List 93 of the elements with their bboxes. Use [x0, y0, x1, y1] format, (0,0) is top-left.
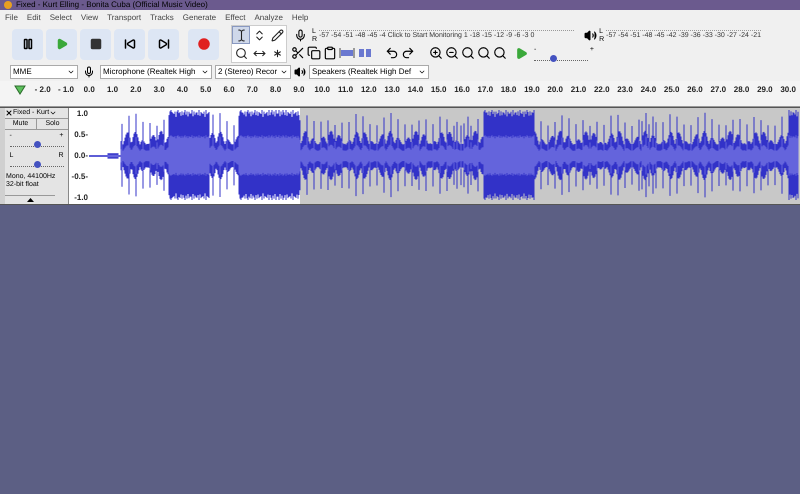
ruler-label: - 1.0: [58, 84, 74, 96]
speaker-icon: [294, 66, 306, 78]
ruler-label: 20.0: [547, 84, 563, 96]
ruler-label: 0.0: [84, 84, 95, 96]
ruler-label: 21.0: [570, 84, 586, 96]
play-at-speed-icon[interactable]: [515, 46, 528, 60]
cut-icon[interactable]: [291, 46, 305, 60]
ruler-label: 14.0: [408, 84, 424, 96]
ruler-label: 13.0: [384, 84, 400, 96]
menu-item[interactable]: Generate: [182, 12, 216, 24]
menu-item[interactable]: Transport: [107, 12, 142, 24]
amplitude-label: 0.0-: [74, 150, 88, 162]
ruler-label: 22.0: [594, 84, 610, 96]
ruler-label: 23.0: [617, 84, 633, 96]
ruler-label: 10.0: [314, 84, 330, 96]
ruler-label: 4.0: [176, 84, 188, 96]
ruler-label: 28.0: [734, 84, 750, 96]
redo-icon[interactable]: [401, 46, 415, 60]
host-dropdown[interactable]: MME: [10, 65, 78, 79]
channels-dropdown[interactable]: 2 (Stereo) Recor: [215, 65, 291, 79]
play-icon: [56, 38, 68, 50]
ruler-label: 16.0: [454, 84, 470, 96]
amplitude-label: 1.0: [76, 108, 88, 120]
ruler-label: 11.0: [338, 84, 354, 96]
collapse-button[interactable]: [5, 195, 55, 204]
ruler-label: 5.0: [200, 84, 212, 96]
record-button[interactable]: [188, 28, 219, 60]
skip-to-start-button[interactable]: [114, 28, 145, 60]
menu-item[interactable]: Edit: [26, 12, 41, 24]
draw-tool-icon: [270, 28, 284, 42]
ruler-label: 27.0: [710, 84, 726, 96]
menu-item[interactable]: File: [5, 12, 18, 24]
microphone-icon: [83, 66, 95, 78]
skip-to-end-button[interactable]: [148, 28, 179, 60]
start-icon: [124, 38, 136, 50]
triangle-up-icon: [26, 198, 34, 202]
ruler-label: 19.0: [524, 84, 540, 96]
menu-item[interactable]: Select: [50, 12, 72, 24]
zoom-tool-icon: [234, 46, 248, 60]
ruler-label: 7.0: [246, 84, 258, 96]
zoom-in-icon[interactable]: [429, 46, 443, 60]
gain-slider[interactable]: [10, 139, 64, 147]
paste-icon[interactable]: [323, 46, 337, 60]
playback-device-dropdown[interactable]: Speakers (Realtek High Def: [309, 65, 429, 79]
ruler-label: 12.0: [361, 84, 377, 96]
ruler-label: 24.0: [640, 84, 656, 96]
record-icon: [198, 38, 210, 50]
amplitude-label: -0.5-: [72, 171, 88, 183]
microphone-icon[interactable]: [294, 29, 307, 42]
app-icon: [4, 1, 12, 9]
pause-button[interactable]: [12, 28, 43, 60]
play-head-icon[interactable]: [14, 85, 26, 95]
ruler-label: 25.0: [664, 84, 680, 96]
pause-icon: [22, 38, 34, 50]
zoom-out-icon[interactable]: [445, 46, 459, 60]
amplitude-label: 0.5-: [74, 129, 88, 141]
pan-slider[interactable]: [10, 159, 64, 167]
dropdown-caret-icon: [49, 109, 58, 117]
undo-icon[interactable]: [385, 46, 399, 60]
ruler-label: 26.0: [687, 84, 703, 96]
close-icon[interactable]: [5, 109, 13, 117]
end-icon: [158, 38, 170, 50]
ruler-label: 1.0: [106, 84, 118, 96]
copy-icon[interactable]: [307, 46, 321, 60]
stop-button[interactable]: [80, 28, 111, 60]
ruler-label: - 2.0: [34, 84, 51, 96]
menu-item[interactable]: Tracks: [150, 12, 174, 24]
speaker-icon[interactable]: [584, 29, 598, 42]
ruler-label: 29.0: [757, 84, 773, 96]
ruler-label: 9.0: [293, 84, 304, 96]
ruler-label: 18.0: [500, 84, 516, 96]
ruler-label: 3.0: [154, 84, 165, 96]
ruler-label: 6.0: [223, 84, 235, 96]
ruler-label: 30.0: [780, 84, 796, 96]
timeline-ruler[interactable]: - 2.0 - 1.0 0.0 1.0 2.0 3.0 4.0 5.0 6.0 7.0 8.0 9.0 10.0 11.0 12.0 13.0 14.0 15.0 16.0 17.0 18.0 19.0 20.0 21.0 22.0 23.0 24.0 25.0 26.0 27.0 28.0 29.0 30.0: [0, 81, 800, 107]
dropdown-caret-icon: [418, 68, 426, 76]
menu-item[interactable]: Help: [292, 12, 308, 24]
ruler-label: 8.0: [270, 84, 282, 96]
window-title: Fixed - Kurt Elling - Bonita Cuba (Official Music Video): [16, 0, 208, 10]
ruler-label: 2.0: [130, 84, 142, 96]
dropdown-caret-icon: [67, 68, 75, 76]
menu-item[interactable]: Analyze: [254, 12, 283, 24]
menu-item[interactable]: Effect: [225, 12, 246, 24]
recording-device-dropdown[interactable]: Microphone (Realtek High: [100, 65, 212, 79]
amplitude-label: -1.0: [74, 192, 88, 204]
ruler-label: 17.0: [478, 84, 494, 96]
dropdown-caret-icon: [280, 68, 288, 76]
menu-item[interactable]: View: [80, 12, 98, 24]
stop-icon: [90, 38, 102, 50]
selection-tool[interactable]: [232, 26, 250, 44]
ruler-label: 15.0: [430, 84, 446, 96]
dropdown-caret-icon: [201, 68, 209, 76]
playback-speed-slider[interactable]: [534, 52, 588, 60]
